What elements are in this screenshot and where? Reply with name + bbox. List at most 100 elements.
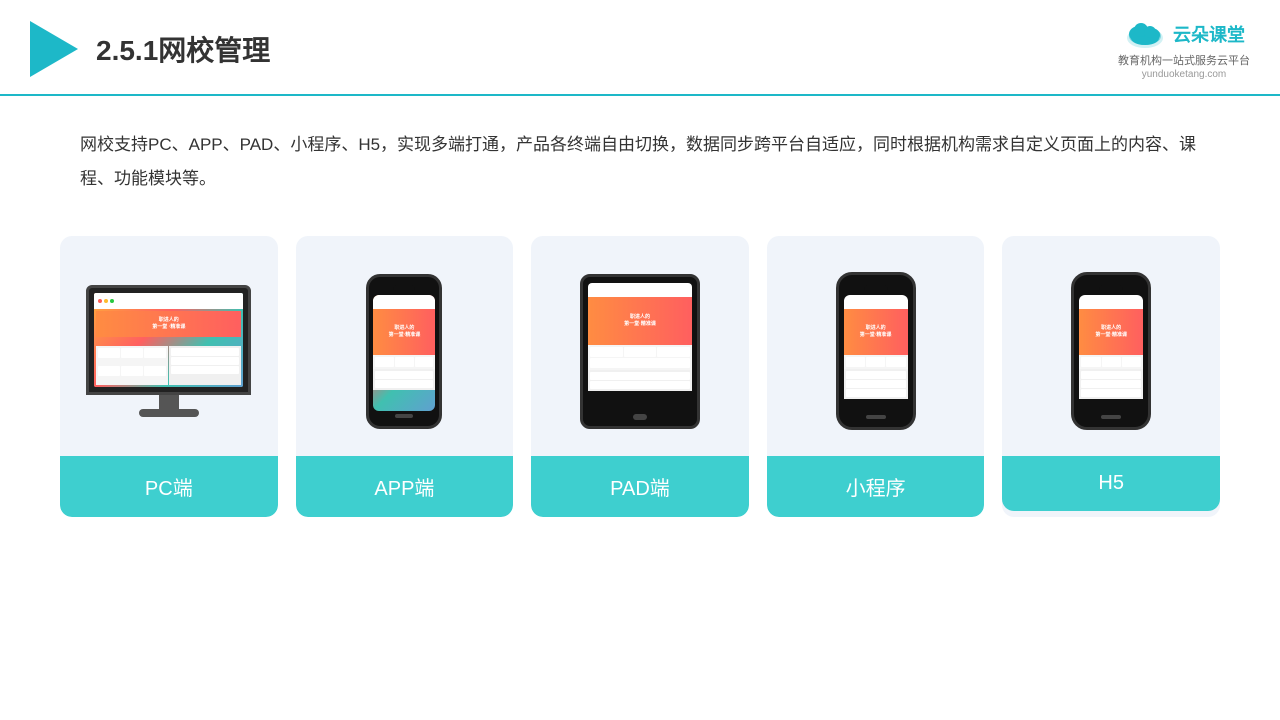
card-pc: 职进人的第一堂 ·精准课 xyxy=(60,236,278,517)
mini-notch xyxy=(864,285,888,291)
h5-indicator xyxy=(1101,415,1121,419)
mini-list xyxy=(844,369,908,399)
monitor-screen: 职进人的第一堂 ·精准课 xyxy=(94,293,243,387)
dot-green xyxy=(110,299,114,303)
tablet-hero: 职进人的第一堂·精准课 xyxy=(588,297,692,345)
grid-item xyxy=(121,366,143,376)
list-item xyxy=(1081,380,1141,388)
phone-screen-app: 职进人的第一堂·精准课 xyxy=(373,295,435,411)
card-miniprogram: 职进人的第一堂·精准课 小程序 xyxy=(767,236,985,517)
phone-mockup-app: 职进人的第一堂·精准课 xyxy=(366,274,442,429)
mini-screen-miniprogram: 职进人的第一堂·精准课 xyxy=(844,295,908,411)
platform-cards: 职进人的第一堂 ·精准课 xyxy=(0,216,1280,547)
tablet-mockup: 职进人的第一堂·精准课 xyxy=(580,274,700,429)
list-item xyxy=(846,380,906,388)
play-icon xyxy=(30,21,78,77)
phone-grid xyxy=(373,355,435,369)
screen-topbar xyxy=(94,293,243,309)
screen-body: 职进人的第一堂 ·精准课 xyxy=(94,309,243,387)
card-pc-image: 职进人的第一堂 ·精准课 xyxy=(60,236,278,456)
card-pc-label: PC端 xyxy=(60,456,278,517)
mini-hero-text: 职进人的第一堂·精准课 xyxy=(860,325,892,339)
card-miniprogram-image: 职进人的第一堂·精准课 xyxy=(767,236,985,456)
grid-item xyxy=(1122,357,1141,367)
list-item xyxy=(171,348,239,356)
grid-item xyxy=(98,366,120,376)
card-app-image: 职进人的第一堂·精准课 xyxy=(296,236,514,456)
description-paragraph: 网校支持PC、APP、PAD、小程序、H5，实现多端打通，产品各终端自由切换，数… xyxy=(80,128,1200,196)
card-pad: 职进人的第一堂·精准课 PAD端 xyxy=(531,236,749,517)
list-item xyxy=(171,366,239,374)
grid-item xyxy=(144,348,166,358)
monitor-neck xyxy=(159,395,179,409)
h5-list xyxy=(1079,369,1143,399)
phone-hero: 职进人的第一堂·精准课 xyxy=(373,309,435,355)
mini-grid xyxy=(844,355,908,369)
grid-item xyxy=(375,357,394,367)
list-item xyxy=(375,380,433,388)
pc-monitor-mockup: 职进人的第一堂 ·精准课 xyxy=(84,285,254,417)
list-item xyxy=(846,371,906,379)
grid-item xyxy=(866,357,885,367)
card-pad-label: PAD端 xyxy=(531,456,749,517)
h5-grid xyxy=(1079,355,1143,369)
card-h5-label: H5 xyxy=(1002,456,1220,511)
grid-item xyxy=(846,357,865,367)
list-item xyxy=(846,389,906,397)
grid-item xyxy=(657,347,690,357)
screen-list xyxy=(169,346,241,385)
brand-name: 云朵课堂 xyxy=(1173,21,1245,47)
phone-home-button xyxy=(395,414,413,418)
tablet-hero-text: 职进人的第一堂·精准课 xyxy=(624,314,656,328)
phone-notch xyxy=(393,285,415,291)
mini-notch-h5 xyxy=(1099,285,1123,291)
grid-item xyxy=(886,357,905,367)
h5-topbar xyxy=(1079,295,1143,309)
brand-tagline: 教育机构一站式服务云平台 xyxy=(1118,52,1250,68)
list-item xyxy=(590,372,690,380)
title-number: 2.5.1网校管理 xyxy=(96,35,270,66)
dot-red xyxy=(98,299,102,303)
phone-list xyxy=(373,369,435,390)
card-app-label: APP端 xyxy=(296,456,514,517)
list-item xyxy=(375,371,433,379)
card-pad-image: 职进人的第一堂·精准课 xyxy=(531,236,749,456)
grid-item xyxy=(98,348,120,358)
mini-topbar xyxy=(844,295,908,309)
grid-item xyxy=(415,357,434,367)
tablet-home-button xyxy=(633,414,647,420)
phone-hero-text: 职进人的第一堂·精准课 xyxy=(389,325,421,339)
card-h5-image: 职进人的第一堂·精准课 xyxy=(1002,236,1220,456)
screen-grid xyxy=(96,346,168,385)
list-item xyxy=(590,381,690,389)
h5-hero-text: 职进人的第一堂·精准课 xyxy=(1095,325,1127,339)
list-item xyxy=(171,357,239,365)
cloud-icon xyxy=(1123,18,1167,50)
tablet-list xyxy=(588,370,692,391)
grid-item xyxy=(1081,357,1100,367)
screen-hero: 职进人的第一堂 ·精准课 xyxy=(96,311,241,337)
grid-item xyxy=(590,347,623,357)
mini-indicator xyxy=(866,415,886,419)
brand-logo: 云朵课堂 教育机构一站式服务云平台 yunduoketang.com xyxy=(1118,18,1250,80)
description-text: 网校支持PC、APP、PAD、小程序、H5，实现多端打通，产品各终端自由切换，数… xyxy=(0,96,1280,216)
h5-hero: 职进人的第一堂·精准课 xyxy=(1079,309,1143,355)
grid-item xyxy=(121,348,143,358)
dot-yellow xyxy=(104,299,108,303)
tablet-screen: 职进人的第一堂·精准课 xyxy=(588,283,692,410)
monitor-base xyxy=(139,409,199,417)
header: 2.5.1网校管理 云朵课堂 教育机构一站式服务云平台 yunduoketang… xyxy=(0,0,1280,96)
header-left: 2.5.1网校管理 xyxy=(30,21,270,77)
tablet-grid xyxy=(588,345,692,370)
mini-phone-miniprogram: 职进人的第一堂·精准课 xyxy=(836,272,916,430)
card-miniprogram-label: 小程序 xyxy=(767,456,985,517)
tablet-topbar xyxy=(588,283,692,297)
grid-item xyxy=(624,347,657,357)
grid-item xyxy=(1102,357,1121,367)
grid-item xyxy=(590,358,690,368)
brand-url: yunduoketang.com xyxy=(1142,69,1227,80)
phone-topbar xyxy=(373,295,435,309)
grid-item xyxy=(395,357,414,367)
list-item xyxy=(1081,371,1141,379)
page-title: 2.5.1网校管理 xyxy=(96,29,270,69)
